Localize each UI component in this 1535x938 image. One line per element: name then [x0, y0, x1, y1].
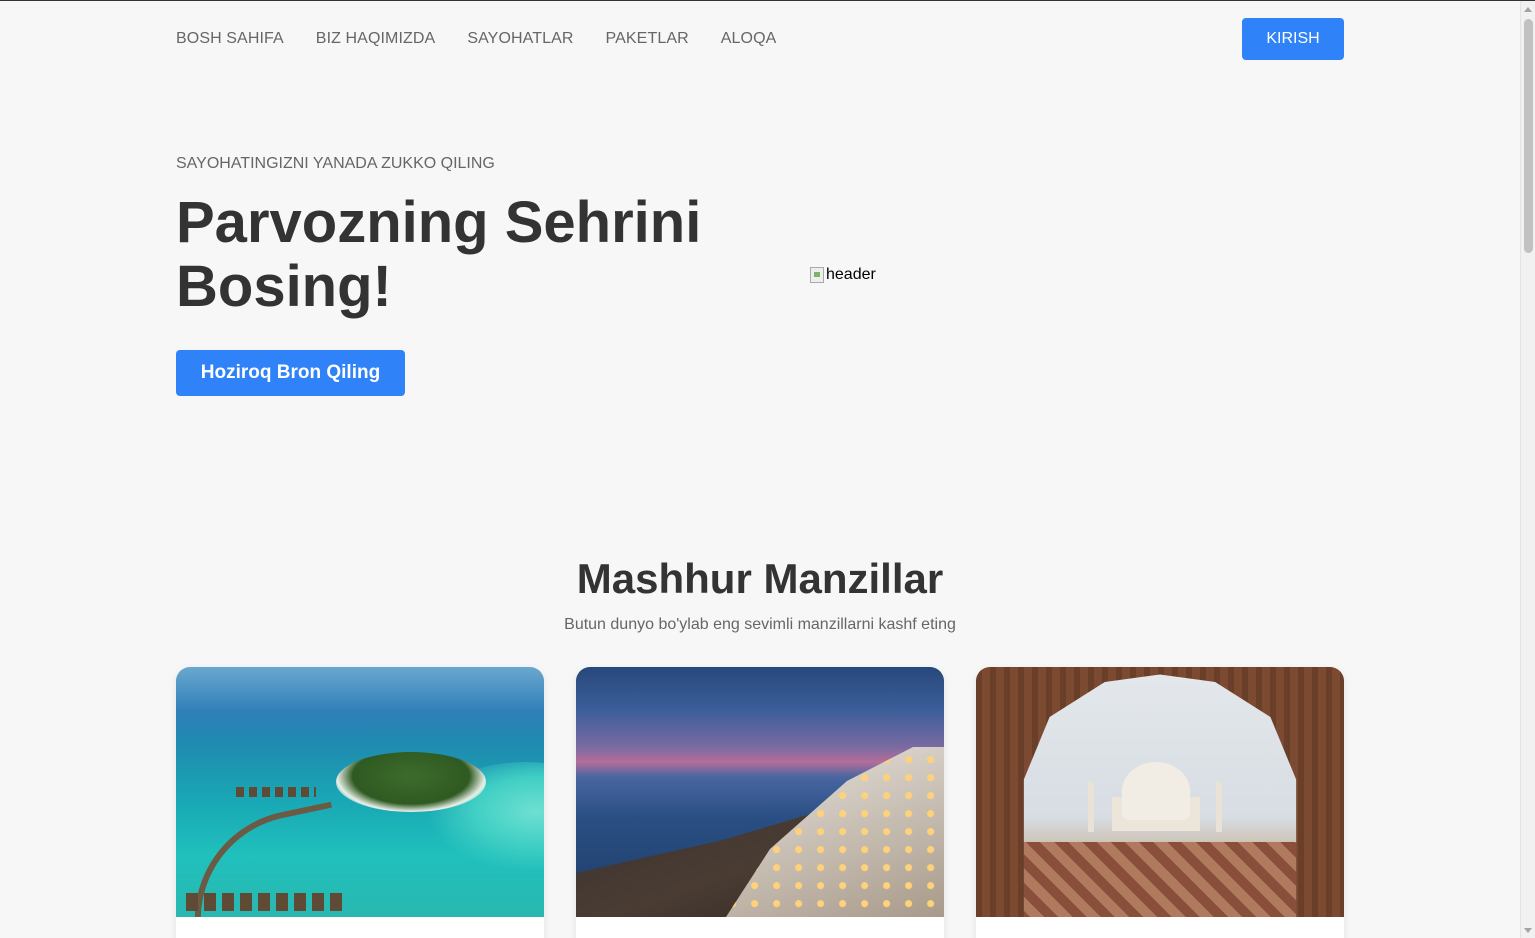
- destination-card-taj-mahal[interactable]: [976, 667, 1344, 938]
- nav-link-about[interactable]: BIZ HAQIMIZDA: [316, 30, 436, 48]
- login-button[interactable]: KIRISH: [1242, 18, 1344, 60]
- hero-image-alt: header: [826, 266, 876, 283]
- page: BOSH SAHIFA BIZ HAQIMIZDA SAYOHATLAR PAK…: [0, 1, 1520, 938]
- santorini-image: [576, 667, 944, 917]
- page-scrollbar[interactable]: [1520, 1, 1535, 938]
- scroll-up-arrow-icon[interactable]: [1524, 7, 1532, 12]
- scroll-down-arrow-icon[interactable]: [1524, 928, 1532, 933]
- maldives-image: [176, 667, 544, 917]
- nav-links: BOSH SAHIFA BIZ HAQIMIZDA SAYOHATLAR PAK…: [176, 18, 808, 60]
- navbar: BOSH SAHIFA BIZ HAQIMIZDA SAYOHATLAR PAK…: [176, 18, 1344, 60]
- nav-link-tours[interactable]: SAYOHATLAR: [467, 30, 573, 48]
- destination-card-maldives[interactable]: [176, 667, 544, 938]
- hero-image-broken: header: [810, 266, 876, 284]
- hero-subtitle: SAYOHATINGIZNI YANADA ZUKKO QILING: [176, 155, 495, 172]
- hero-title: Parvozning Sehrini Bosing!: [176, 190, 702, 319]
- nav-link-contact[interactable]: ALOQA: [721, 30, 777, 48]
- book-now-button[interactable]: Hoziroq Bron Qiling: [176, 350, 405, 396]
- section-subtitle: Butun dunyo bo'ylab eng sevimli manzilla…: [564, 616, 956, 633]
- nav-link-home[interactable]: BOSH SAHIFA: [176, 30, 284, 48]
- scrollbar-thumb[interactable]: [1524, 19, 1533, 253]
- section-title: Mashhur Manzillar: [576, 555, 944, 602]
- taj-mahal-image: [976, 667, 1344, 917]
- nav-link-packages[interactable]: PAKETLAR: [606, 30, 689, 48]
- broken-image-icon: [810, 267, 824, 283]
- destination-card-santorini[interactable]: [576, 667, 944, 938]
